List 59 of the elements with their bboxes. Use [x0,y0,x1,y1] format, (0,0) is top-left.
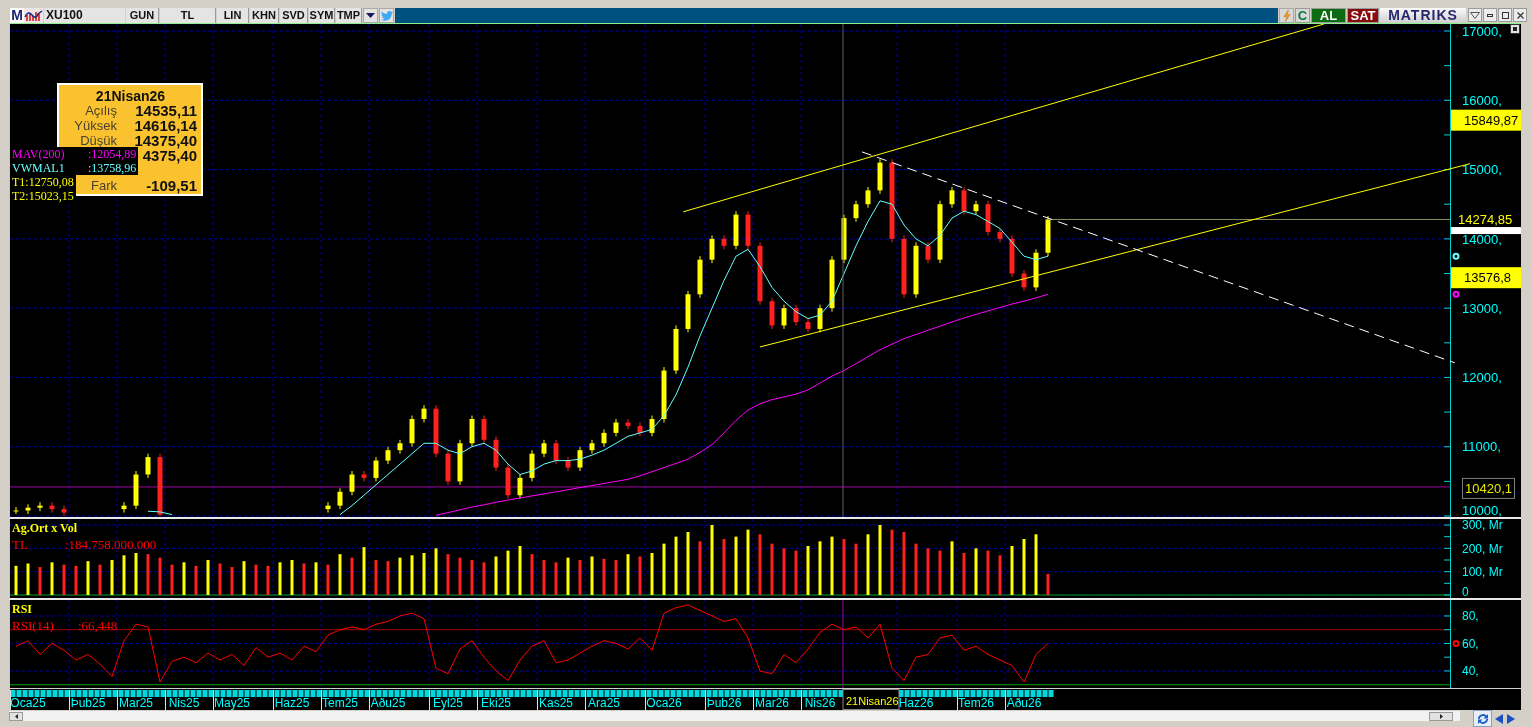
axis-label: 10000, [1462,503,1502,517]
axis-label: 14000, [1462,231,1502,247]
time-axis-label: Aðu26 [1006,696,1042,710]
panel-title: RSI [12,603,32,616]
price-tag: 15849,87 [1451,109,1521,131]
legend-value: :13758,96 [88,161,137,175]
info-value: 14535,11 [134,103,197,118]
axis-label: 17000, [1462,24,1502,39]
time-axis-label: Tem25 [322,696,358,710]
time-axis-label: Mar25 [119,696,153,710]
price-tag: 14274,85 [1458,211,1513,227]
brand-logo: MATRIKS [1380,8,1466,23]
axis-label: 16000, [1462,92,1502,108]
legend-value: :66,448 [78,619,118,632]
time-axis-label: Þub26 [706,696,742,710]
axis-label: 12000, [1462,370,1502,386]
date-tag: 21Nisan26 [842,689,900,710]
panel-title: Ag.Ort x Vol [12,522,77,535]
price-tag: 13576,8 [1451,267,1521,289]
axis-label: 200, Mr [1462,541,1503,556]
axis-label: 13000, [1462,300,1502,316]
legend-label: MAV(200) [12,147,66,161]
time-axis-label: Aðu25 [370,696,406,710]
info-label: Düşük [79,133,117,148]
time-axis-label: Þub25 [70,696,106,710]
axis-label: 100, Mr [1462,565,1503,579]
time-axis-label: Ara25 [588,696,620,710]
info-value: 14616,14 [133,118,197,133]
price-tag: 10420,1 [1462,477,1515,499]
time-axis-label: Haz26 [898,696,934,710]
legend-label: TL [12,538,29,551]
info-value: -109,51 [145,178,197,193]
axis-label: 0 [1462,585,1469,598]
axis-label: 60, [1462,636,1479,651]
axis-label: 15000, [1462,162,1502,178]
info-label: Açılış [84,103,117,118]
time-axis-label: Eyl25 [433,696,463,710]
info-date: 21Nisan26 [94,89,167,103]
axis-label: 80, [1462,609,1479,624]
legend-value: :12054,89 [88,147,137,161]
legend-label: RSI(14) [12,619,55,632]
axis-label: 11000, [1462,439,1501,455]
time-axis-label: Nis25 [168,696,200,710]
time-axis-label: Oca26 [646,696,682,710]
time-axis-label: Eki25 [481,696,511,710]
legend-label: VWMAL1 [12,161,66,175]
time-axis-label: Mar26 [755,696,789,710]
time-axis-label: Kas25 [539,696,573,710]
time-axis-label: May25 [214,696,250,710]
time-axis-label: Haz25 [274,696,310,710]
legend-label: T1:12750,08 [12,175,74,189]
axis-label: 300, Mr [1462,519,1503,533]
info-label: Yüksek [73,118,117,133]
legend-value: :184.758.000.000 [65,538,157,551]
legend-label: T2:15023,15 [12,189,74,203]
info-value: 14375,40 [133,133,197,148]
time-axis-label: Nis26 [804,696,836,710]
axis-label: 40, [1462,664,1479,679]
time-axis-label: Tem26 [958,696,994,710]
